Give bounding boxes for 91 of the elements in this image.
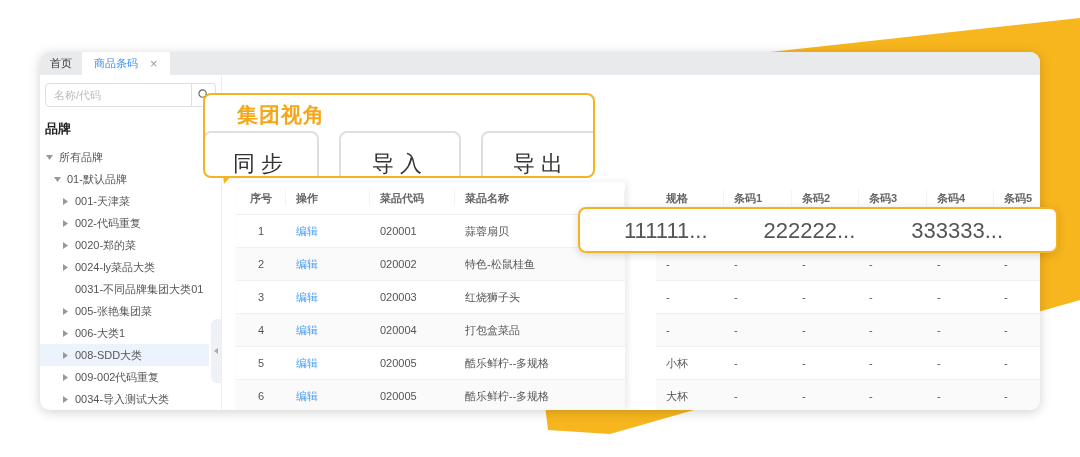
column-header: 条码5	[1004, 190, 1033, 206]
column-header: 操作	[296, 190, 318, 206]
tree-item[interactable]: 001-天津菜	[40, 190, 209, 212]
barcode-value: 333333...	[911, 216, 1004, 245]
caret-down-icon[interactable]	[54, 176, 61, 182]
table-cell: 020005	[380, 356, 417, 369]
caret-right-icon[interactable]	[63, 351, 68, 359]
caret-down-icon[interactable]	[46, 154, 53, 160]
table-cell: 大杯	[666, 389, 688, 402]
table-cell: -	[802, 323, 806, 336]
table-cell: 1	[257, 224, 265, 237]
table-cell: 打包盒菜品	[465, 323, 520, 336]
tree-item[interactable]: 0024-ly菜品大类	[40, 256, 209, 278]
table-cell: 020001	[380, 224, 417, 237]
table-cell: -	[666, 290, 670, 303]
column-header: 菜品名称	[465, 190, 509, 206]
table-cell: -	[734, 323, 738, 336]
table-cell: -	[869, 356, 873, 369]
table-cell: -	[1004, 257, 1008, 270]
table-cell: -	[802, 356, 806, 369]
caret-right-icon[interactable]	[63, 219, 68, 227]
column-header: 规格	[666, 190, 688, 206]
table-cell: 020005	[380, 389, 417, 402]
caret-right-icon[interactable]	[63, 395, 68, 403]
table-cell: -	[666, 323, 670, 336]
tree-item[interactable]: 002-代码重复	[40, 212, 209, 234]
table-cell: 红烧狮子头	[465, 290, 520, 303]
table-cell: -	[802, 257, 806, 270]
collapse-handle[interactable]	[211, 319, 221, 383]
table-cell: 小杯	[666, 356, 688, 369]
tree-item[interactable]: 0020-郑的菜	[40, 234, 209, 256]
table-cell: 020003	[380, 290, 417, 303]
table-cell: 酷乐鲜柠--多规格	[465, 389, 550, 402]
table-cell: -	[1004, 356, 1008, 369]
table-cell: 020002	[380, 257, 417, 270]
table-cell: 特色-松鼠桂鱼	[465, 257, 535, 270]
table-cell: -	[734, 389, 738, 402]
column-header: 条码1	[734, 190, 763, 206]
caret-right-icon[interactable]	[63, 329, 68, 337]
toolbar-button[interactable]: 导出	[481, 131, 593, 176]
column-header: 序号	[249, 190, 272, 206]
callout-title: 集团视角	[236, 102, 326, 128]
column-header: 条码4	[937, 190, 966, 206]
table-cell: 5	[257, 356, 265, 369]
table-cell: 酷乐鲜柠--多规格	[465, 356, 550, 369]
column-header: 条码3	[869, 190, 898, 206]
table-cell: -	[937, 290, 941, 303]
tree-item[interactable]: 006-大类1	[40, 322, 209, 344]
barcode-value: 222222...	[763, 216, 856, 245]
table-cell: 蒜蓉扇贝	[465, 224, 509, 237]
column-header: 条码2	[802, 190, 831, 206]
toolbar-button[interactable]: 同步	[205, 131, 319, 176]
table-cell: -	[937, 323, 941, 336]
table-cell: -	[802, 389, 806, 402]
caret-right-icon[interactable]	[63, 263, 68, 271]
table-cell: 3	[257, 290, 265, 303]
table-cell: -	[1004, 389, 1008, 402]
table-cell: -	[937, 356, 941, 369]
table-cell: 6	[257, 389, 265, 402]
table-cell: -	[734, 356, 738, 369]
table-cell: -	[869, 323, 873, 336]
tree-item[interactable]: 0031-不同品牌集团大类01	[40, 278, 209, 300]
table-cell: 2	[257, 257, 265, 270]
table-cell: -	[1004, 290, 1008, 303]
table-cell: -	[937, 389, 941, 402]
tree-item[interactable]: 005-张艳集团菜	[40, 300, 209, 322]
search-field[interactable]: 名称/代码	[45, 83, 192, 107]
tree-item[interactable]: 0034-导入测试大类	[40, 388, 209, 410]
caret-right-icon[interactable]	[63, 197, 68, 205]
caret-right-icon[interactable]	[63, 373, 68, 381]
toolbar-button[interactable]: 导入	[339, 131, 461, 176]
tab[interactable]: 首页	[40, 52, 82, 75]
sidebar-title: 品牌	[44, 119, 72, 138]
caret-right-icon[interactable]	[63, 241, 68, 249]
table-cell: -	[802, 290, 806, 303]
table-cell: -	[1004, 323, 1008, 336]
table-cell: 020004	[380, 323, 417, 336]
table-cell: 4	[257, 323, 265, 336]
barcode-value: 111111...	[624, 216, 708, 245]
tree-item[interactable]: 009-002代码重复	[40, 366, 209, 388]
table-cell: -	[666, 257, 670, 270]
table-cell: -	[734, 290, 738, 303]
table-cell: -	[734, 257, 738, 270]
tree-item[interactable]: 008-SDD大类	[40, 344, 209, 366]
tab[interactable]: 商品条码 ×	[82, 52, 170, 75]
table-cell: -	[869, 257, 873, 270]
caret-right-icon[interactable]	[63, 307, 68, 315]
column-header: 菜品代码	[380, 190, 424, 206]
table-cell: -	[937, 257, 941, 270]
table-cell: -	[869, 389, 873, 402]
table-cell: -	[869, 290, 873, 303]
